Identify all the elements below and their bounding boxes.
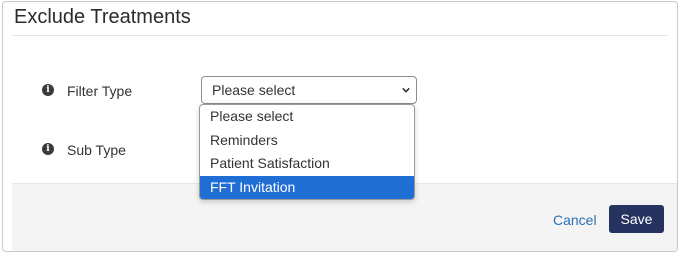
cancel-button[interactable]: Cancel: [553, 212, 597, 228]
sub-type-label: Sub Type: [67, 142, 126, 158]
dialog-title: Exclude Treatments: [14, 6, 191, 28]
dropdown-option[interactable]: Patient Satisfaction: [200, 152, 414, 176]
filter-type-label: Filter Type: [67, 83, 133, 99]
dropdown-option[interactable]: Reminders: [200, 129, 414, 153]
info-icon: i: [42, 84, 54, 96]
save-button[interactable]: Save: [609, 205, 664, 233]
dropdown-option[interactable]: Please select: [200, 105, 414, 129]
filter-type-selected-value: Please select: [212, 82, 296, 98]
chevron-down-icon: [402, 87, 410, 93]
filter-type-select[interactable]: Please select: [201, 76, 417, 104]
info-icon: i: [42, 143, 54, 155]
dropdown-option-highlighted[interactable]: FFT Invitation: [200, 175, 414, 199]
title-divider: [12, 35, 668, 36]
filter-type-dropdown-list: Please select Reminders Patient Satisfac…: [199, 104, 415, 200]
filter-type-row: i Filter Type Please select: [3, 76, 677, 106]
